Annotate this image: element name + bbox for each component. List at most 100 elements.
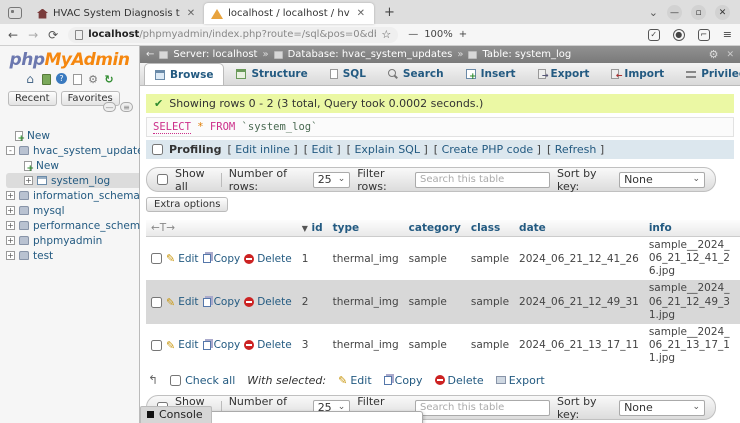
copy-row-link[interactable]: Copy [202, 253, 240, 265]
show-all-checkbox[interactable] [157, 174, 168, 185]
delete-row-link[interactable]: Delete [244, 296, 292, 308]
column-header-class[interactable]: class [465, 220, 515, 237]
filter-rows-input[interactable] [415, 171, 551, 188]
firefox-view-icon[interactable] [8, 7, 22, 19]
check-all-label[interactable]: Check all [185, 374, 235, 387]
tree-item-phpmyadmin[interactable]: + phpmyadmin [6, 233, 139, 248]
console-toggle[interactable]: Console [140, 406, 212, 423]
account-icon[interactable]: ● [672, 28, 685, 41]
address-bar[interactable]: localhost/phpmyadmin/index.php?route=/sq… [68, 26, 399, 43]
breadcrumb-database[interactable]: Database: hvac_system_updates [288, 49, 453, 60]
with-selected-export-button[interactable]: Export [495, 374, 545, 387]
tab-sql[interactable]: SQL [320, 63, 376, 85]
close-button[interactable]: ✕ [715, 5, 730, 20]
filter-rows-input[interactable] [415, 399, 551, 416]
tab-close-icon[interactable]: ✕ [185, 8, 197, 19]
expand-expander-icon[interactable]: + [6, 206, 15, 215]
expand-expander-icon[interactable]: + [24, 176, 33, 185]
tree-item-performance-schema[interactable]: + performance_schema [6, 218, 147, 233]
tab-privileges[interactable]: Privileges [676, 63, 740, 85]
new-tab-button[interactable]: + [384, 5, 395, 20]
breadcrumb-table[interactable]: Table: system_log [482, 49, 571, 60]
row-checkbox[interactable] [151, 339, 162, 351]
collapse-navigation-icon[interactable] [146, 49, 154, 60]
pocket-icon[interactable]: ✓ [647, 28, 660, 41]
tree-item-new-table[interactable]: New [6, 158, 139, 174]
delete-row-link[interactable]: Delete [244, 253, 292, 265]
edit-link[interactable]: Edit [312, 143, 333, 156]
tree-item-test[interactable]: + test [6, 248, 139, 263]
extra-options-button[interactable]: Extra options [146, 197, 229, 212]
reload-navigation-icon[interactable] [103, 73, 115, 85]
back-icon[interactable]: ← [8, 28, 18, 42]
bookmark-star-icon[interactable]: ☆ [381, 28, 391, 41]
row-checkbox[interactable] [151, 253, 162, 265]
refresh-link[interactable]: Refresh [555, 143, 597, 156]
delete-row-link[interactable]: Delete [244, 339, 292, 351]
logout-icon[interactable] [41, 73, 51, 85]
options-arrows-header[interactable]: ←T→ [151, 222, 175, 234]
row-checkbox[interactable] [151, 296, 162, 308]
phpmyadmin-logo[interactable]: phpMyAdmin [0, 50, 139, 70]
settings-gear-icon[interactable] [87, 73, 99, 85]
column-header-id[interactable]: id [312, 222, 323, 234]
zoom-level[interactable]: 100% [424, 29, 453, 40]
documentation-icon[interactable] [72, 73, 82, 85]
expand-expander-icon[interactable]: + [6, 236, 15, 245]
breadcrumb-server[interactable]: Server: localhost [173, 49, 257, 60]
tree-item-mysql[interactable]: + mysql [6, 203, 139, 218]
browser-tab-phpmyadmin[interactable]: localhost / localhost / hv ✕ [204, 3, 374, 24]
profiling-checkbox[interactable] [152, 144, 163, 155]
minimize-button[interactable]: — [667, 5, 682, 20]
edit-row-link[interactable]: Edit [166, 296, 198, 309]
goto-top-icon[interactable] [148, 373, 158, 387]
number-of-rows-select[interactable]: 25 [312, 171, 351, 188]
browser-tab-hvac[interactable]: HVAC System Diagnosis t ✕ [30, 3, 204, 24]
recent-tables-button[interactable]: Recent [8, 91, 57, 106]
sort-by-key-select[interactable]: None [619, 399, 706, 416]
close-panel-icon[interactable] [726, 49, 734, 60]
zoom-in-button[interactable]: + [459, 29, 467, 40]
collapse-expander-icon[interactable]: - [6, 146, 15, 155]
with-selected-edit-button[interactable]: Edit [338, 374, 371, 387]
expand-expander-icon[interactable]: + [6, 191, 15, 200]
tab-export[interactable]: Export [528, 63, 600, 85]
sidebar-toggle-icon[interactable]: ⌐ [697, 28, 710, 41]
page-settings-gear-icon[interactable] [709, 48, 719, 61]
tree-item-system-log[interactable]: + system_log [6, 173, 139, 188]
navigation-settings-icon[interactable]: ≡ [120, 102, 133, 112]
column-header-info[interactable]: info [643, 220, 740, 237]
forward-icon[interactable]: → [28, 28, 38, 42]
zoom-out-button[interactable]: — [408, 29, 418, 40]
check-all-checkbox[interactable] [170, 374, 182, 386]
create-php-code-link[interactable]: Create PHP code [442, 143, 534, 156]
copy-row-link[interactable]: Copy [202, 296, 240, 308]
copy-row-link[interactable]: Copy [202, 339, 240, 351]
with-selected-delete-button[interactable]: Delete [434, 374, 484, 387]
tab-list-chevron-icon[interactable]: ⌄ [649, 6, 658, 19]
edit-row-link[interactable]: Edit [166, 339, 198, 352]
page-info-icon[interactable] [75, 29, 84, 40]
tree-item-information-schema[interactable]: + information_schema [6, 188, 140, 203]
tab-close-icon[interactable]: ✕ [355, 8, 367, 19]
column-header-category[interactable]: category [403, 220, 466, 237]
sort-by-key-select[interactable]: None [619, 171, 706, 188]
tab-structure[interactable]: Structure [226, 63, 317, 85]
tab-import[interactable]: Import [601, 63, 674, 85]
column-header-date[interactable]: date [514, 220, 644, 237]
menu-hamburger-icon[interactable]: ≡ [723, 28, 732, 41]
tab-insert[interactable]: Insert [456, 63, 526, 85]
help-icon[interactable] [56, 73, 67, 84]
tree-item-new-database[interactable]: New [6, 128, 139, 144]
tree-item-hvac-system-updates[interactable]: - hvac_system_updates [6, 143, 149, 158]
tab-browse[interactable]: Browse [144, 63, 225, 85]
maximize-button[interactable]: ▫ [691, 5, 706, 20]
expand-expander-icon[interactable]: + [6, 251, 15, 260]
with-selected-copy-button[interactable]: Copy [383, 374, 423, 387]
expand-expander-icon[interactable]: + [6, 221, 15, 230]
edit-row-link[interactable]: Edit [166, 252, 198, 265]
edit-inline-link[interactable]: Edit inline [235, 143, 290, 156]
explain-sql-link[interactable]: Explain SQL [354, 143, 420, 156]
column-header-type[interactable]: type [327, 220, 404, 237]
reload-icon[interactable]: ⟳ [48, 28, 58, 42]
